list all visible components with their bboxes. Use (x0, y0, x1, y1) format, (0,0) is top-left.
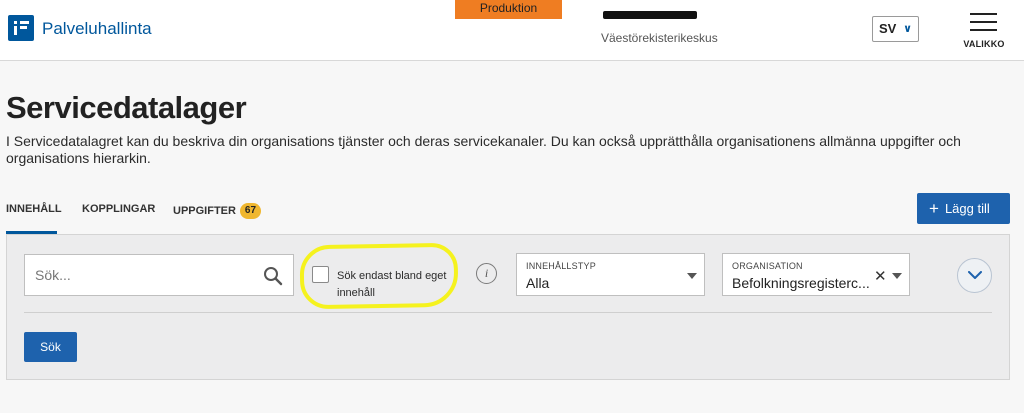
app-title[interactable]: Palveluhallinta (42, 19, 152, 39)
tab-count-badge: 67 (239, 203, 261, 219)
plus-icon: + (929, 199, 939, 218)
logo-icon[interactable] (8, 15, 34, 41)
menu-button[interactable]: VALIKKO (962, 13, 1006, 53)
user-name-redacted (603, 11, 697, 19)
clear-icon[interactable]: ✕ (874, 267, 887, 285)
page-title: Servicedatalager (6, 90, 247, 125)
own-content-checkbox-label[interactable]: Sök endast bland eget innehåll (337, 268, 455, 302)
tab-label: KOPPLINGAR (82, 203, 156, 215)
organization-value: Befolkningsregisterc... (732, 275, 870, 291)
organization-select[interactable]: ORGANISATION Befolkningsregisterc... ✕ (722, 253, 910, 296)
tab-label: UPPGIFTER (173, 205, 236, 217)
top-header: Palveluhallinta Produktion Väestörekiste… (0, 0, 1024, 61)
tab-uppgifter[interactable]: UPPGIFTER 67 (173, 203, 261, 219)
add-button-label: Lägg till (944, 201, 990, 216)
chevron-down-icon (968, 271, 982, 279)
own-content-checkbox[interactable] (312, 266, 329, 283)
tab-label: INNEHÅLL (6, 203, 62, 215)
caret-down-icon (892, 273, 902, 279)
content-type-value: Alla (526, 275, 550, 291)
search-button[interactable]: Sök (24, 332, 77, 362)
tab-innehall[interactable]: INNEHÅLL (6, 203, 62, 215)
search-input[interactable]: Sök... (24, 254, 294, 296)
menu-label: VALIKKO (963, 39, 1005, 49)
content-type-label: INNEHÅLLSTYP (526, 261, 596, 271)
expand-filters-button[interactable] (957, 258, 992, 293)
hamburger-menu-icon (970, 13, 997, 15)
environment-badge: Produktion (455, 0, 562, 19)
search-icon[interactable] (263, 266, 283, 286)
panel-divider (24, 312, 992, 313)
organization-label: ORGANISATION (732, 261, 803, 271)
language-value: SV (879, 21, 897, 36)
content-type-select[interactable]: INNEHÅLLSTYP Alla (516, 253, 705, 296)
page-description: I Servicedatalagret kan du beskriva din … (6, 133, 961, 166)
language-select[interactable]: SV ∨ (872, 16, 919, 42)
chevron-down-icon: ∨ (903, 23, 912, 35)
tab-kopplingar[interactable]: KOPPLINGAR (82, 203, 155, 215)
user-organization: Väestörekisterikeskus (601, 31, 718, 45)
search-placeholder: Sök... (35, 267, 71, 283)
caret-down-icon (687, 273, 697, 279)
add-button[interactable]: + Lägg till (917, 193, 1010, 224)
info-icon[interactable]: i (476, 263, 497, 284)
